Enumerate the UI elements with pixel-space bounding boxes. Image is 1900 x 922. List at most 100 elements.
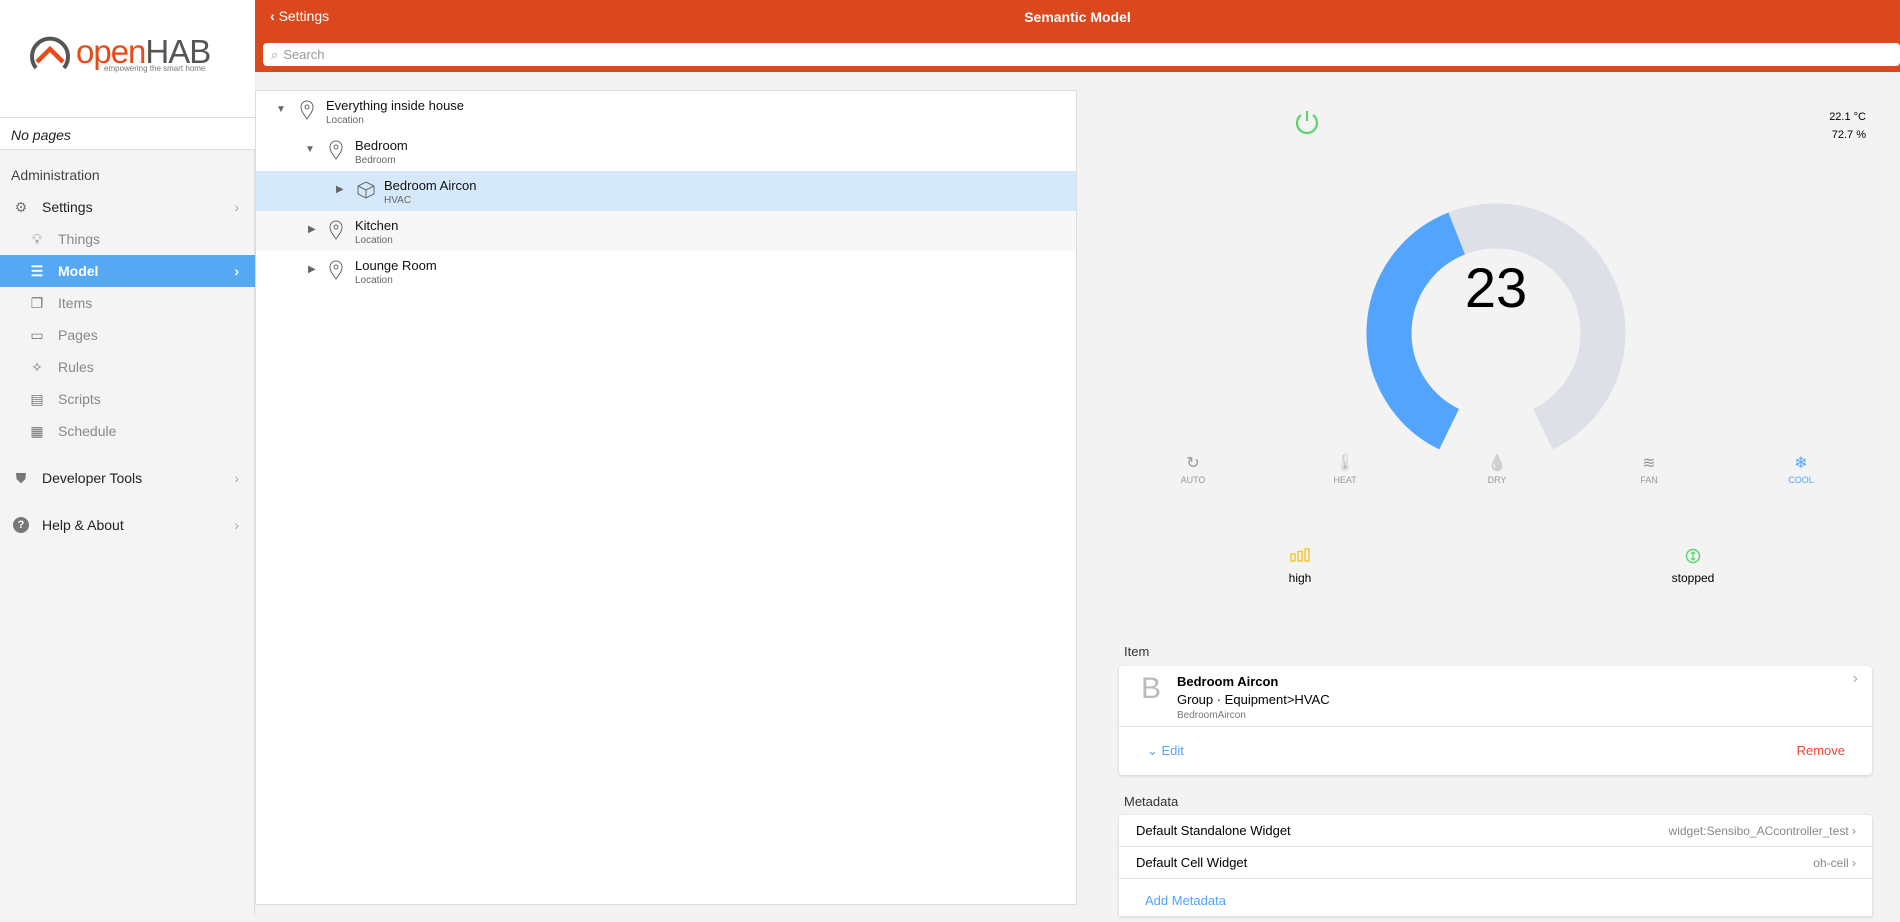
mode-label: FAN — [1640, 475, 1658, 485]
tree-node[interactable]: ▼ Everything inside house Location — [256, 91, 1076, 131]
search-input[interactable]: ⌕ Search — [263, 43, 1900, 66]
swing-control[interactable]: stopped — [1643, 548, 1743, 585]
tree-node[interactable]: ▶ Lounge Room Location — [256, 251, 1076, 291]
mode-label: HEAT — [1333, 475, 1357, 485]
mode-auto-button[interactable]: ↻ AUTO — [1148, 453, 1238, 485]
sidebar-item-label: Rules — [58, 359, 94, 375]
sidebar-item-label: Schedule — [58, 423, 117, 439]
item-type: Group · Equipment>HVAC — [1177, 692, 1330, 707]
list-icon: ☰ — [30, 262, 44, 279]
mode-label: AUTO — [1180, 475, 1206, 485]
help-icon: ? — [12, 516, 30, 534]
heat-icon: 🌡 — [1334, 455, 1356, 472]
sidebar-item-settings[interactable]: ⚙ Settings › — [0, 191, 255, 223]
page-title: Semantic Model — [1024, 9, 1131, 25]
metadata-value: oh-cell › — [1813, 855, 1856, 870]
mode-label: COOL — [1788, 475, 1814, 485]
mode-cool-button[interactable]: ❄ COOL — [1756, 453, 1846, 485]
metadata-heading: Metadata — [1124, 794, 1179, 809]
back-button[interactable]: ‹ Settings — [270, 8, 329, 24]
location-pin-icon — [329, 220, 343, 240]
sidebar-item-scripts[interactable]: ▤ Scripts — [0, 383, 255, 415]
openhab-logo[interactable]: openHAB empowering the smart home — [0, 0, 255, 118]
tree-node[interactable]: ▶ Kitchen Location — [256, 211, 1076, 251]
location-pin-icon — [329, 140, 343, 160]
chevron-left-icon: ‹ — [270, 8, 279, 24]
edit-button[interactable]: ⌄ Edit — [1147, 743, 1184, 759]
mode-heat-button[interactable]: 🌡 HEAT — [1300, 453, 1390, 485]
tree-node-type: Location — [355, 235, 393, 246]
metadata-row[interactable]: Default Standalone Widget widget:Sensibo_… — [1119, 815, 1872, 847]
search-icon: ⌕ — [271, 46, 279, 62]
sidebar-item-help-about[interactable]: ? Help & About › — [0, 509, 255, 541]
remove-button[interactable]: Remove — [1797, 743, 1845, 758]
location-pin-icon — [329, 260, 343, 280]
mode-dry-button[interactable]: 💧 DRY — [1452, 453, 1542, 485]
sidebar-item-pages[interactable]: ▭ Pages — [0, 319, 255, 351]
item-card: B Bedroom Aircon Group · Equipment>HVAC … — [1119, 666, 1872, 775]
sidebar-item-model[interactable]: ☰ Model › — [0, 255, 255, 287]
location-pin-icon — [300, 100, 314, 120]
tree-node-selected[interactable]: ▶ Bedroom Aircon HVAC — [256, 171, 1076, 211]
sidebar-item-label: Pages — [58, 327, 98, 343]
setpoint-value: 23 — [1464, 256, 1528, 319]
tree-node-type: Bedroom — [355, 155, 396, 166]
no-pages-label: No pages — [0, 118, 255, 150]
tree-node-label: Bedroom — [355, 138, 408, 153]
item-link[interactable]: B Bedroom Aircon Group · Equipment>HVAC … — [1119, 666, 1872, 727]
chevron-down-icon: ⌄ — [1147, 743, 1162, 758]
lightbulb-icon: 💡︎ — [32, 230, 42, 247]
caret-right-icon[interactable]: ▶ — [336, 184, 344, 195]
temperature-readout: 22.1 °C — [1829, 111, 1866, 123]
monitor-icon: ▭ — [30, 326, 44, 343]
sidebar-item-label: Help & About — [42, 517, 124, 533]
sidebar-item-things[interactable]: 💡︎ Things — [0, 223, 255, 255]
edit-label: Edit — [1161, 743, 1184, 758]
chevron-right-icon: › — [234, 470, 239, 486]
model-tree: ▼ Everything inside house Location ▼ Bed… — [255, 90, 1077, 905]
swing-icon — [1685, 548, 1701, 564]
fan-level-icon — [1290, 548, 1310, 562]
mode-fan-button[interactable]: ≋ FAN — [1604, 453, 1694, 485]
logo-icon — [30, 36, 70, 70]
humidity-readout: 72.7 % — [1831, 129, 1866, 141]
sidebar-item-label: Things — [58, 231, 101, 247]
sidebar-item-label: Developer Tools — [42, 470, 143, 486]
power-button[interactable] — [1293, 108, 1321, 136]
tree-node-label: Everything inside house — [326, 98, 465, 113]
item-name: Bedroom Aircon — [1177, 674, 1279, 689]
tree-node-type: HVAC — [384, 195, 412, 206]
wand-icon: ✧ — [31, 358, 43, 375]
swing-value: stopped — [1671, 571, 1715, 585]
caret-right-icon[interactable]: ▶ — [308, 264, 316, 275]
tree-node-type: Location — [355, 275, 393, 286]
setpoint-knob[interactable] — [1356, 193, 1636, 473]
gear-icon: ⚙ — [14, 198, 28, 215]
items-icon: ❐ — [30, 294, 44, 311]
tree-node-label: Kitchen — [355, 218, 399, 233]
logo-tagline: empowering the smart home — [104, 64, 206, 73]
sidebar-item-label: Settings — [42, 199, 93, 215]
calendar-icon: ▦ — [30, 422, 44, 439]
sidebar-item-developer-tools[interactable]: ⛊ Developer Tools › — [0, 462, 255, 494]
caret-down-icon[interactable]: ▼ — [305, 144, 315, 155]
item-heading: Item — [1124, 644, 1150, 659]
sidebar-item-label: Model — [58, 263, 99, 279]
sidebar-item-rules[interactable]: ✧ Rules — [0, 351, 255, 383]
cube-icon — [357, 181, 375, 199]
fan-speed-control[interactable]: high — [1250, 548, 1350, 585]
sidebar-item-schedule[interactable]: ▦ Schedule — [0, 415, 255, 447]
metadata-row[interactable]: Default Cell Widget oh-cell › — [1119, 847, 1872, 879]
caret-down-icon[interactable]: ▼ — [276, 104, 286, 115]
administration-heading: Administration — [11, 167, 100, 183]
back-label: Settings — [278, 8, 330, 24]
shield-icon: ⛊ — [15, 469, 27, 486]
auto-icon: ↻ — [1186, 455, 1200, 472]
chevron-right-icon: › — [234, 517, 239, 533]
tree-node-label: Lounge Room — [355, 258, 437, 273]
tree-node[interactable]: ▼ Bedroom Bedroom — [256, 131, 1076, 171]
sidebar-item-items[interactable]: ❐ Items — [0, 287, 255, 319]
caret-right-icon[interactable]: ▶ — [308, 224, 316, 235]
fan-speed-value: high — [1288, 571, 1312, 585]
metadata-card: Default Standalone Widget widget:Sensibo_… — [1119, 815, 1872, 916]
